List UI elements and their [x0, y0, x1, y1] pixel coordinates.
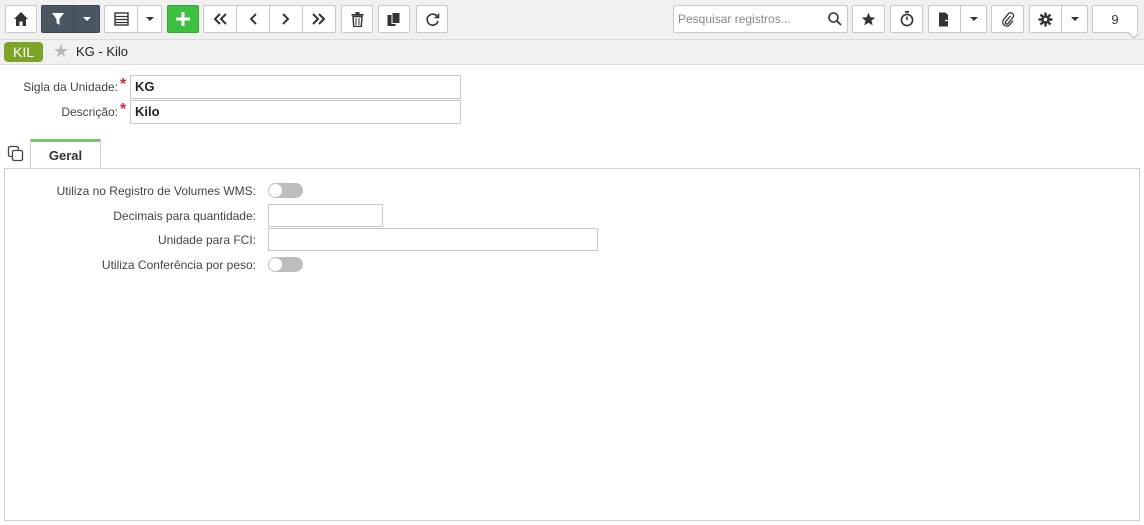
next-record-button[interactable]	[269, 5, 303, 33]
double-chevron-left-icon	[213, 13, 227, 25]
toggle-knob	[269, 184, 282, 197]
sigla-required-marker: *	[120, 76, 127, 93]
toolbar: 9	[0, 0, 1144, 40]
last-record-button[interactable]	[302, 5, 336, 33]
tab-geral[interactable]: Geral	[30, 139, 101, 169]
decimais-label: Decimais para quantidade:	[113, 209, 256, 223]
descricao-label: Descrição:	[61, 105, 118, 119]
chevron-down-icon	[145, 17, 154, 21]
wms-label: Utiliza no Registro de Volumes WMS:	[56, 184, 256, 198]
refresh-button[interactable]	[416, 5, 448, 33]
filter-button[interactable]	[41, 5, 74, 33]
home-icon	[14, 12, 28, 26]
settings-button[interactable]	[1029, 5, 1062, 33]
chevron-right-icon	[282, 13, 290, 25]
report-button[interactable]	[928, 5, 961, 33]
fci-field[interactable]	[268, 228, 598, 251]
search-icon[interactable]	[827, 11, 843, 27]
search-input[interactable]	[674, 6, 824, 32]
chevron-down-icon	[1070, 17, 1079, 21]
chevron-down-icon	[969, 17, 978, 21]
chevron-down-icon	[82, 17, 91, 21]
paperclip-icon	[1001, 11, 1014, 27]
toggle-knob	[269, 258, 282, 271]
descricao-required-marker: *	[120, 101, 127, 118]
timer-button[interactable]	[890, 5, 923, 33]
home-button[interactable]	[5, 5, 37, 33]
filter-icon	[51, 13, 64, 25]
attachment-button[interactable]	[991, 5, 1024, 33]
copy-icon	[387, 11, 401, 26]
wms-toggle[interactable]	[268, 183, 303, 198]
list-icon	[113, 12, 129, 26]
sigla-field[interactable]: KG	[130, 75, 461, 99]
plus-icon	[176, 12, 190, 26]
trash-icon	[351, 11, 363, 27]
record-title-bar: KIL ★ KG - Kilo	[0, 40, 1144, 65]
sigla-label: Sigla da Unidade:	[23, 80, 118, 94]
star-icon	[861, 12, 876, 25]
chevron-left-icon	[249, 13, 257, 25]
record-count-badge: 9	[1092, 5, 1138, 33]
first-record-button[interactable]	[203, 5, 237, 33]
list-view-button[interactable]	[104, 5, 138, 33]
record-code-badge: KIL	[4, 42, 44, 62]
delete-button[interactable]	[341, 5, 373, 33]
gear-icon	[1038, 12, 1053, 26]
descricao-field[interactable]: Kilo	[130, 100, 461, 124]
favorite-star-icon[interactable]: ★	[53, 41, 69, 61]
previous-record-button[interactable]	[236, 5, 270, 33]
document-export-icon	[939, 12, 951, 26]
add-record-button[interactable]	[167, 5, 199, 33]
filter-dropdown-button[interactable]	[73, 5, 100, 33]
favorite-button[interactable]	[852, 5, 885, 33]
refresh-icon	[425, 12, 439, 26]
copy-record-button[interactable]	[378, 5, 410, 33]
search-box	[673, 5, 848, 33]
peso-label: Utiliza Conferência por peso:	[101, 258, 256, 272]
double-chevron-right-icon	[312, 13, 326, 25]
settings-dropdown-button[interactable]	[1061, 5, 1088, 33]
duplicate-icon[interactable]	[7, 145, 25, 163]
record-count-pointer	[1128, 32, 1140, 39]
stopwatch-icon	[900, 11, 913, 27]
list-view-dropdown-button[interactable]	[137, 5, 162, 33]
page-title: KG - Kilo	[76, 44, 129, 59]
fci-label: Unidade para FCI:	[157, 233, 256, 247]
report-dropdown-button[interactable]	[960, 5, 987, 33]
decimais-field[interactable]	[268, 204, 383, 227]
peso-toggle[interactable]	[268, 257, 303, 272]
